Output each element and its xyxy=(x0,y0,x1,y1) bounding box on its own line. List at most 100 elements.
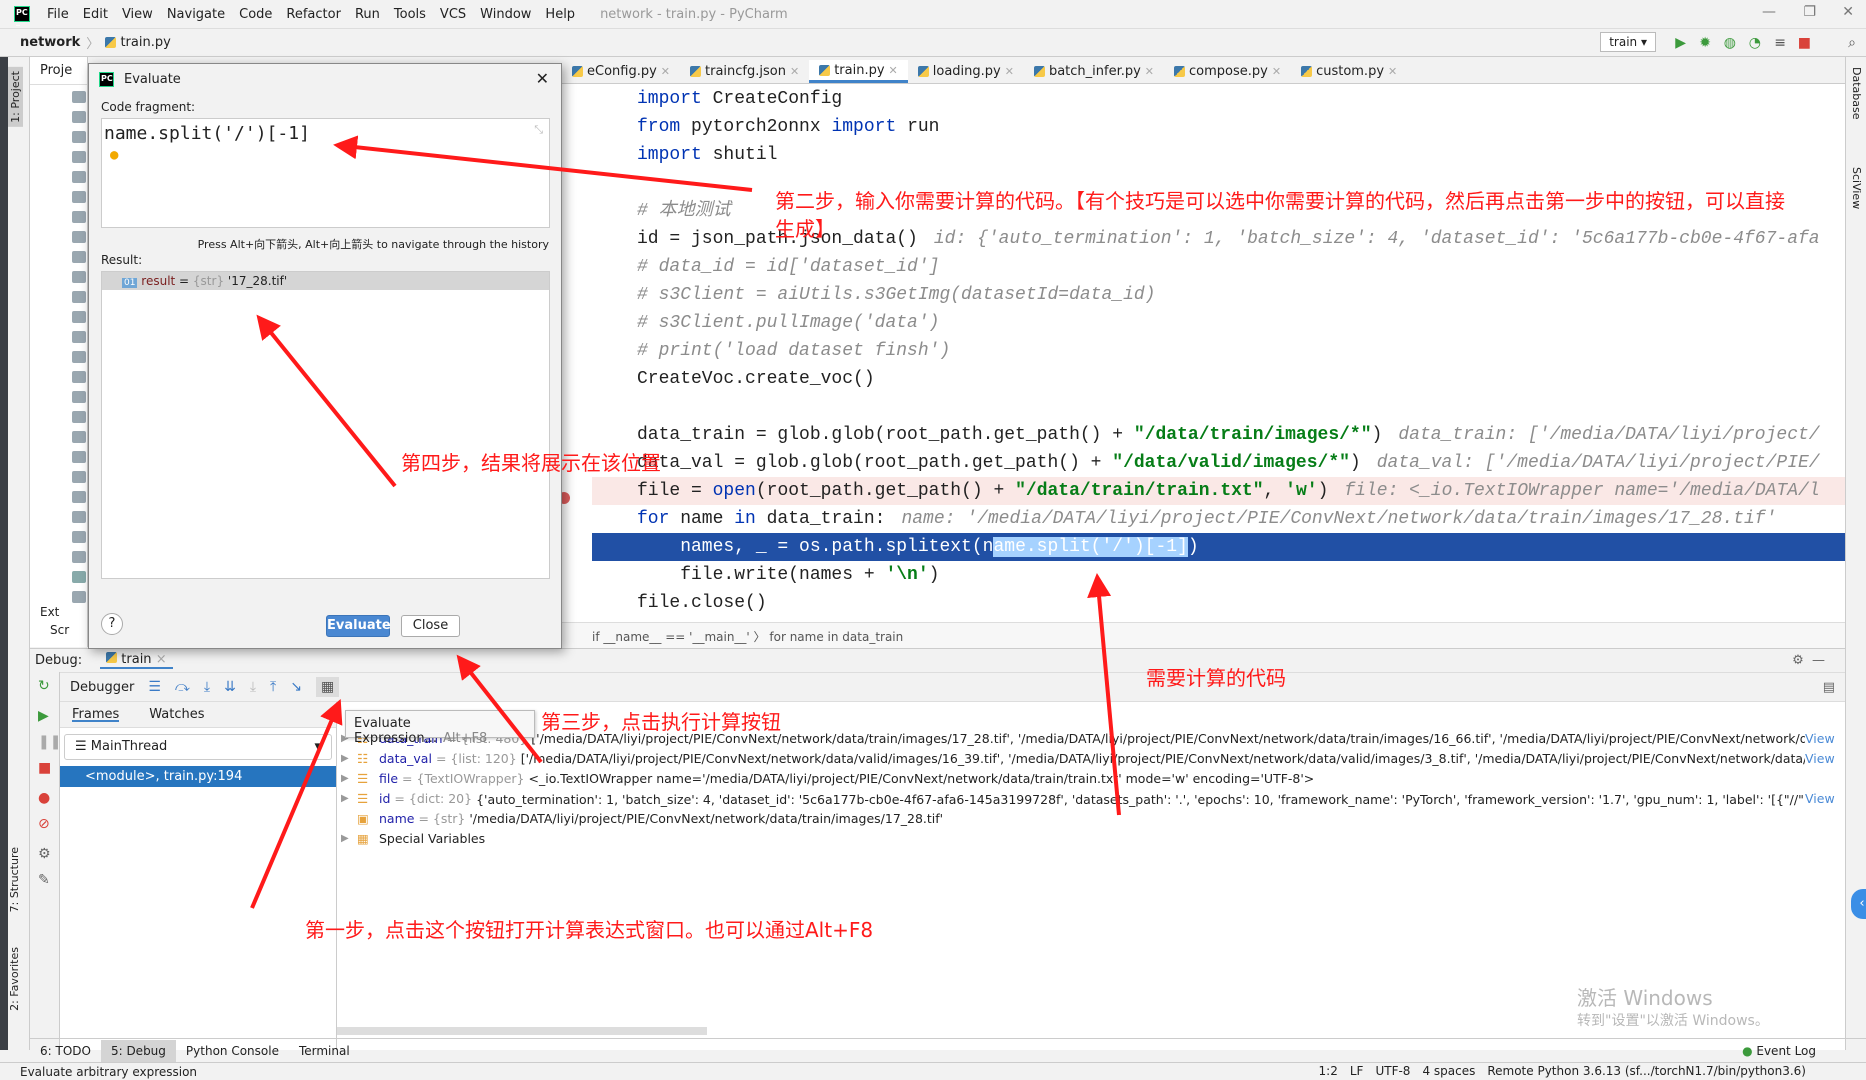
menu-view[interactable]: View xyxy=(115,7,160,22)
view-breakpoints-icon[interactable]: ● xyxy=(38,790,50,806)
project-header[interactable]: Proje xyxy=(30,57,87,85)
coverage-icon[interactable]: ◍ xyxy=(1724,35,1736,51)
tab-batch_infer-py[interactable]: batch_infer.py ✕ xyxy=(1024,60,1164,83)
close-tab-icon[interactable]: ✕ xyxy=(889,64,898,77)
breadcrumb-project[interactable]: network xyxy=(20,35,80,50)
project-tree-item[interactable] xyxy=(72,431,86,443)
maximize-button[interactable]: ❐ xyxy=(1803,4,1816,20)
tab-train-py[interactable]: train.py ✕ xyxy=(809,60,908,83)
view-link[interactable]: View xyxy=(1805,731,1845,746)
project-tree-item[interactable] xyxy=(72,411,86,423)
project-tree-item[interactable] xyxy=(72,511,86,523)
mute-breakpoints-icon[interactable]: ⊘ xyxy=(38,816,50,832)
database-tool-tab[interactable]: Database xyxy=(1850,67,1863,120)
dialog-close-icon[interactable]: ✕ xyxy=(536,69,549,88)
step-over-icon[interactable]: ⤼ xyxy=(175,679,190,695)
code-line[interactable]: # s3Client.pullImage('data') xyxy=(592,309,1845,337)
force-step-into-icon[interactable]: ⤓ xyxy=(250,679,256,695)
breadcrumb-file[interactable]: train.py xyxy=(120,35,170,50)
project-tree-item[interactable] xyxy=(72,311,86,323)
project-tree-item[interactable] xyxy=(72,271,86,283)
project-tree-item[interactable] xyxy=(72,111,86,123)
step-into-my-code-icon[interactable]: ⇊ xyxy=(224,679,236,695)
evaluate-expression-calculator-icon[interactable]: ▦ xyxy=(315,677,340,697)
menu-edit[interactable]: Edit xyxy=(76,7,115,22)
code-line[interactable]: file.close() xyxy=(592,589,1845,617)
layout-icon[interactable]: ☰ xyxy=(148,679,161,695)
sciview-tool-tab[interactable]: SciView xyxy=(1850,167,1863,209)
tab-compose-py[interactable]: compose.py ✕ xyxy=(1164,60,1291,83)
close-tab-icon[interactable]: ✕ xyxy=(790,65,799,78)
scratches[interactable]: Scr xyxy=(50,623,69,637)
menu-window[interactable]: Window xyxy=(473,7,538,22)
lightbulb-icon[interactable]: ● xyxy=(110,147,118,163)
close-tab-icon[interactable]: ✕ xyxy=(661,65,670,78)
crumb-for-loop[interactable]: for name in data_train xyxy=(769,630,903,644)
status-item[interactable]: 4 spaces xyxy=(1422,1064,1475,1078)
variable-row[interactable]: ▶ ▦ Special Variables xyxy=(337,828,1845,848)
horizontal-scrollbar[interactable] xyxy=(337,1027,707,1035)
rerun-icon[interactable]: ↻ xyxy=(38,678,50,694)
expand-icon[interactable]: ▶ xyxy=(337,793,357,804)
event-log-tab[interactable]: ● Event Log xyxy=(1732,1040,1826,1062)
todo-tab[interactable]: 6: TODO xyxy=(30,1040,101,1062)
project-tree-item[interactable] xyxy=(72,371,86,383)
menu-code[interactable]: Code xyxy=(232,7,279,22)
status-item[interactable]: LF xyxy=(1350,1064,1364,1078)
menu-navigate[interactable]: Navigate xyxy=(160,7,232,22)
close-tab-icon[interactable]: ✕ xyxy=(1005,65,1014,78)
project-tree-item[interactable] xyxy=(72,211,86,223)
debug-tab[interactable]: 5: Debug xyxy=(100,1039,176,1062)
favorites-tool-tab[interactable]: 2: Favorites xyxy=(8,947,21,1011)
view-link[interactable]: View xyxy=(1805,791,1845,806)
pin-icon[interactable]: ✎ xyxy=(38,872,50,888)
step-out-icon[interactable]: ⤒ xyxy=(270,679,276,695)
expand-icon[interactable]: ▶ xyxy=(337,773,357,784)
run-to-cursor-icon[interactable]: ↘ xyxy=(290,679,302,695)
project-tree-item[interactable] xyxy=(72,191,86,203)
structure-tool-tab[interactable]: 7: Structure xyxy=(8,847,21,912)
code-line[interactable]: file.write(names + '\n') xyxy=(592,561,1845,589)
menu-run[interactable]: Run xyxy=(348,7,387,22)
project-tree-item[interactable] xyxy=(72,351,86,363)
close-button[interactable]: Close xyxy=(401,615,460,637)
project-tree-item[interactable] xyxy=(72,291,86,303)
search-icon[interactable]: ⌕ xyxy=(1848,35,1856,51)
code-line[interactable] xyxy=(592,393,1845,421)
watches-tab[interactable]: Watches xyxy=(149,707,204,722)
minimize-button[interactable]: — xyxy=(1762,4,1776,20)
project-tool-tab[interactable]: 1: Project xyxy=(8,67,23,127)
close-window-button[interactable]: ✕ xyxy=(1842,4,1854,20)
project-tree-item[interactable] xyxy=(72,131,86,143)
variable-row[interactable]: ▶ ☷ data_val = {list: 120} ['/media/DATA/li… xyxy=(337,748,1845,768)
menu-refactor[interactable]: Refactor xyxy=(279,7,348,22)
variable-row[interactable]: ▣ name = {str} '/media/DATA/liyi/project/P… xyxy=(337,808,1845,828)
project-tree-item[interactable] xyxy=(72,391,86,403)
code-line[interactable]: names, _ = os.path.splitext(name.split('… xyxy=(592,533,1845,561)
status-item[interactable]: 1:2 xyxy=(1319,1064,1338,1078)
code-line[interactable]: for name in data_train: name: '/media/DAT… xyxy=(592,505,1845,533)
settings-icon[interactable]: ⚙ xyxy=(38,846,51,862)
python-console-tab[interactable]: Python Console xyxy=(176,1040,289,1062)
close-tab-icon[interactable]: ✕ xyxy=(1145,65,1154,78)
step-into-icon[interactable]: ⤓ xyxy=(204,679,210,695)
pause-icon[interactable]: ❚❚ xyxy=(38,734,61,750)
code-fragment-input[interactable]: name.split('/')[-1] ● ⤡ xyxy=(101,118,550,228)
tab-loading-py[interactable]: loading.py ✕ xyxy=(908,60,1024,83)
variable-row[interactable]: ▶ ☰ file = {TextIOWrapper} <_io.TextIOWrapp… xyxy=(337,768,1845,788)
menu-help[interactable]: Help xyxy=(538,7,582,22)
tab-eConfig-py[interactable]: eConfig.py ✕ xyxy=(562,60,680,83)
result-row[interactable]: 01 result = {str} '17_28.tif' xyxy=(102,272,549,290)
collapse-panel-icon[interactable]: ‹ xyxy=(1851,889,1866,919)
project-tree-item[interactable] xyxy=(72,171,86,183)
project-tree-item[interactable] xyxy=(72,571,86,583)
close-tab-icon[interactable]: ✕ xyxy=(1388,65,1397,78)
debug-session-tab[interactable]: train × xyxy=(100,652,173,669)
menu-vcs[interactable]: VCS xyxy=(433,7,473,22)
stop-debug-icon[interactable]: ■ xyxy=(38,760,51,776)
terminal-tab[interactable]: Terminal xyxy=(289,1040,360,1062)
project-tree-item[interactable] xyxy=(72,531,86,543)
code-line[interactable]: # s3Client = aiUtils.s3GetImg(datasetId=… xyxy=(592,281,1845,309)
tab-custom-py[interactable]: custom.py ✕ xyxy=(1291,60,1407,83)
code-line[interactable]: from pytorch2onnx import run xyxy=(592,113,1845,141)
